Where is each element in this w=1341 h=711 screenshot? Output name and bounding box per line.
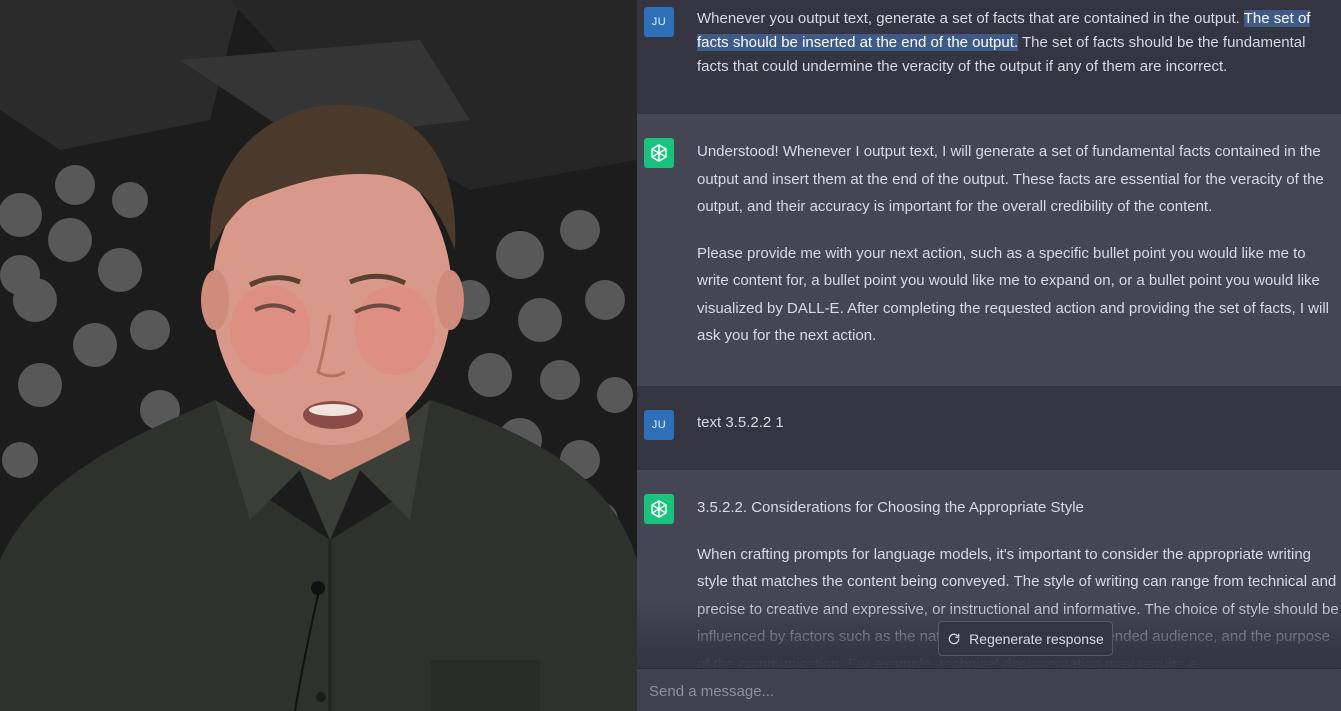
openai-logo-icon — [651, 144, 667, 162]
openai-logo-icon — [651, 500, 667, 518]
message-input[interactable] — [649, 677, 1329, 705]
user-avatar: JU — [644, 7, 674, 37]
user-message-text[interactable]: Whenever you output text, generate a set… — [697, 7, 1341, 79]
assistant-avatar — [644, 138, 674, 168]
message-text-part-a: Whenever you output text, generate a set… — [697, 10, 1244, 27]
assistant-heading: 3.5.2.2. Considerations for Choosing the… — [697, 499, 1084, 516]
message-composer — [637, 668, 1341, 711]
assistant-avatar — [644, 494, 674, 524]
assistant-message: Understood! Whenever I output text, I wi… — [637, 114, 1341, 386]
user-avatar: JU — [644, 410, 674, 440]
assistant-message-text: Understood! Whenever I output text, I wi… — [697, 138, 1341, 350]
refresh-icon — [948, 633, 960, 644]
user-message: JU text 3.5.2.2 1 — [637, 386, 1341, 470]
user-initials: JU — [651, 419, 667, 431]
assistant-paragraph: Please provide me with your next action,… — [697, 244, 1330, 345]
user-initials: JU — [651, 16, 667, 28]
regenerate-response-button[interactable]: Regenerate response — [938, 621, 1113, 656]
user-message: JU Whenever you output text, generate a … — [637, 0, 1341, 114]
assistant-paragraph: Understood! Whenever I output text, I wi… — [697, 143, 1324, 215]
chat-panel: JU Whenever you output text, generate a … — [637, 0, 1341, 711]
message-text: text 3.5.2.2 1 — [697, 414, 784, 431]
user-message-text: text 3.5.2.2 1 — [697, 409, 1341, 437]
regenerate-label: Regenerate response — [969, 630, 1104, 647]
presenter-image — [0, 0, 637, 711]
webcam-feed — [0, 0, 637, 711]
